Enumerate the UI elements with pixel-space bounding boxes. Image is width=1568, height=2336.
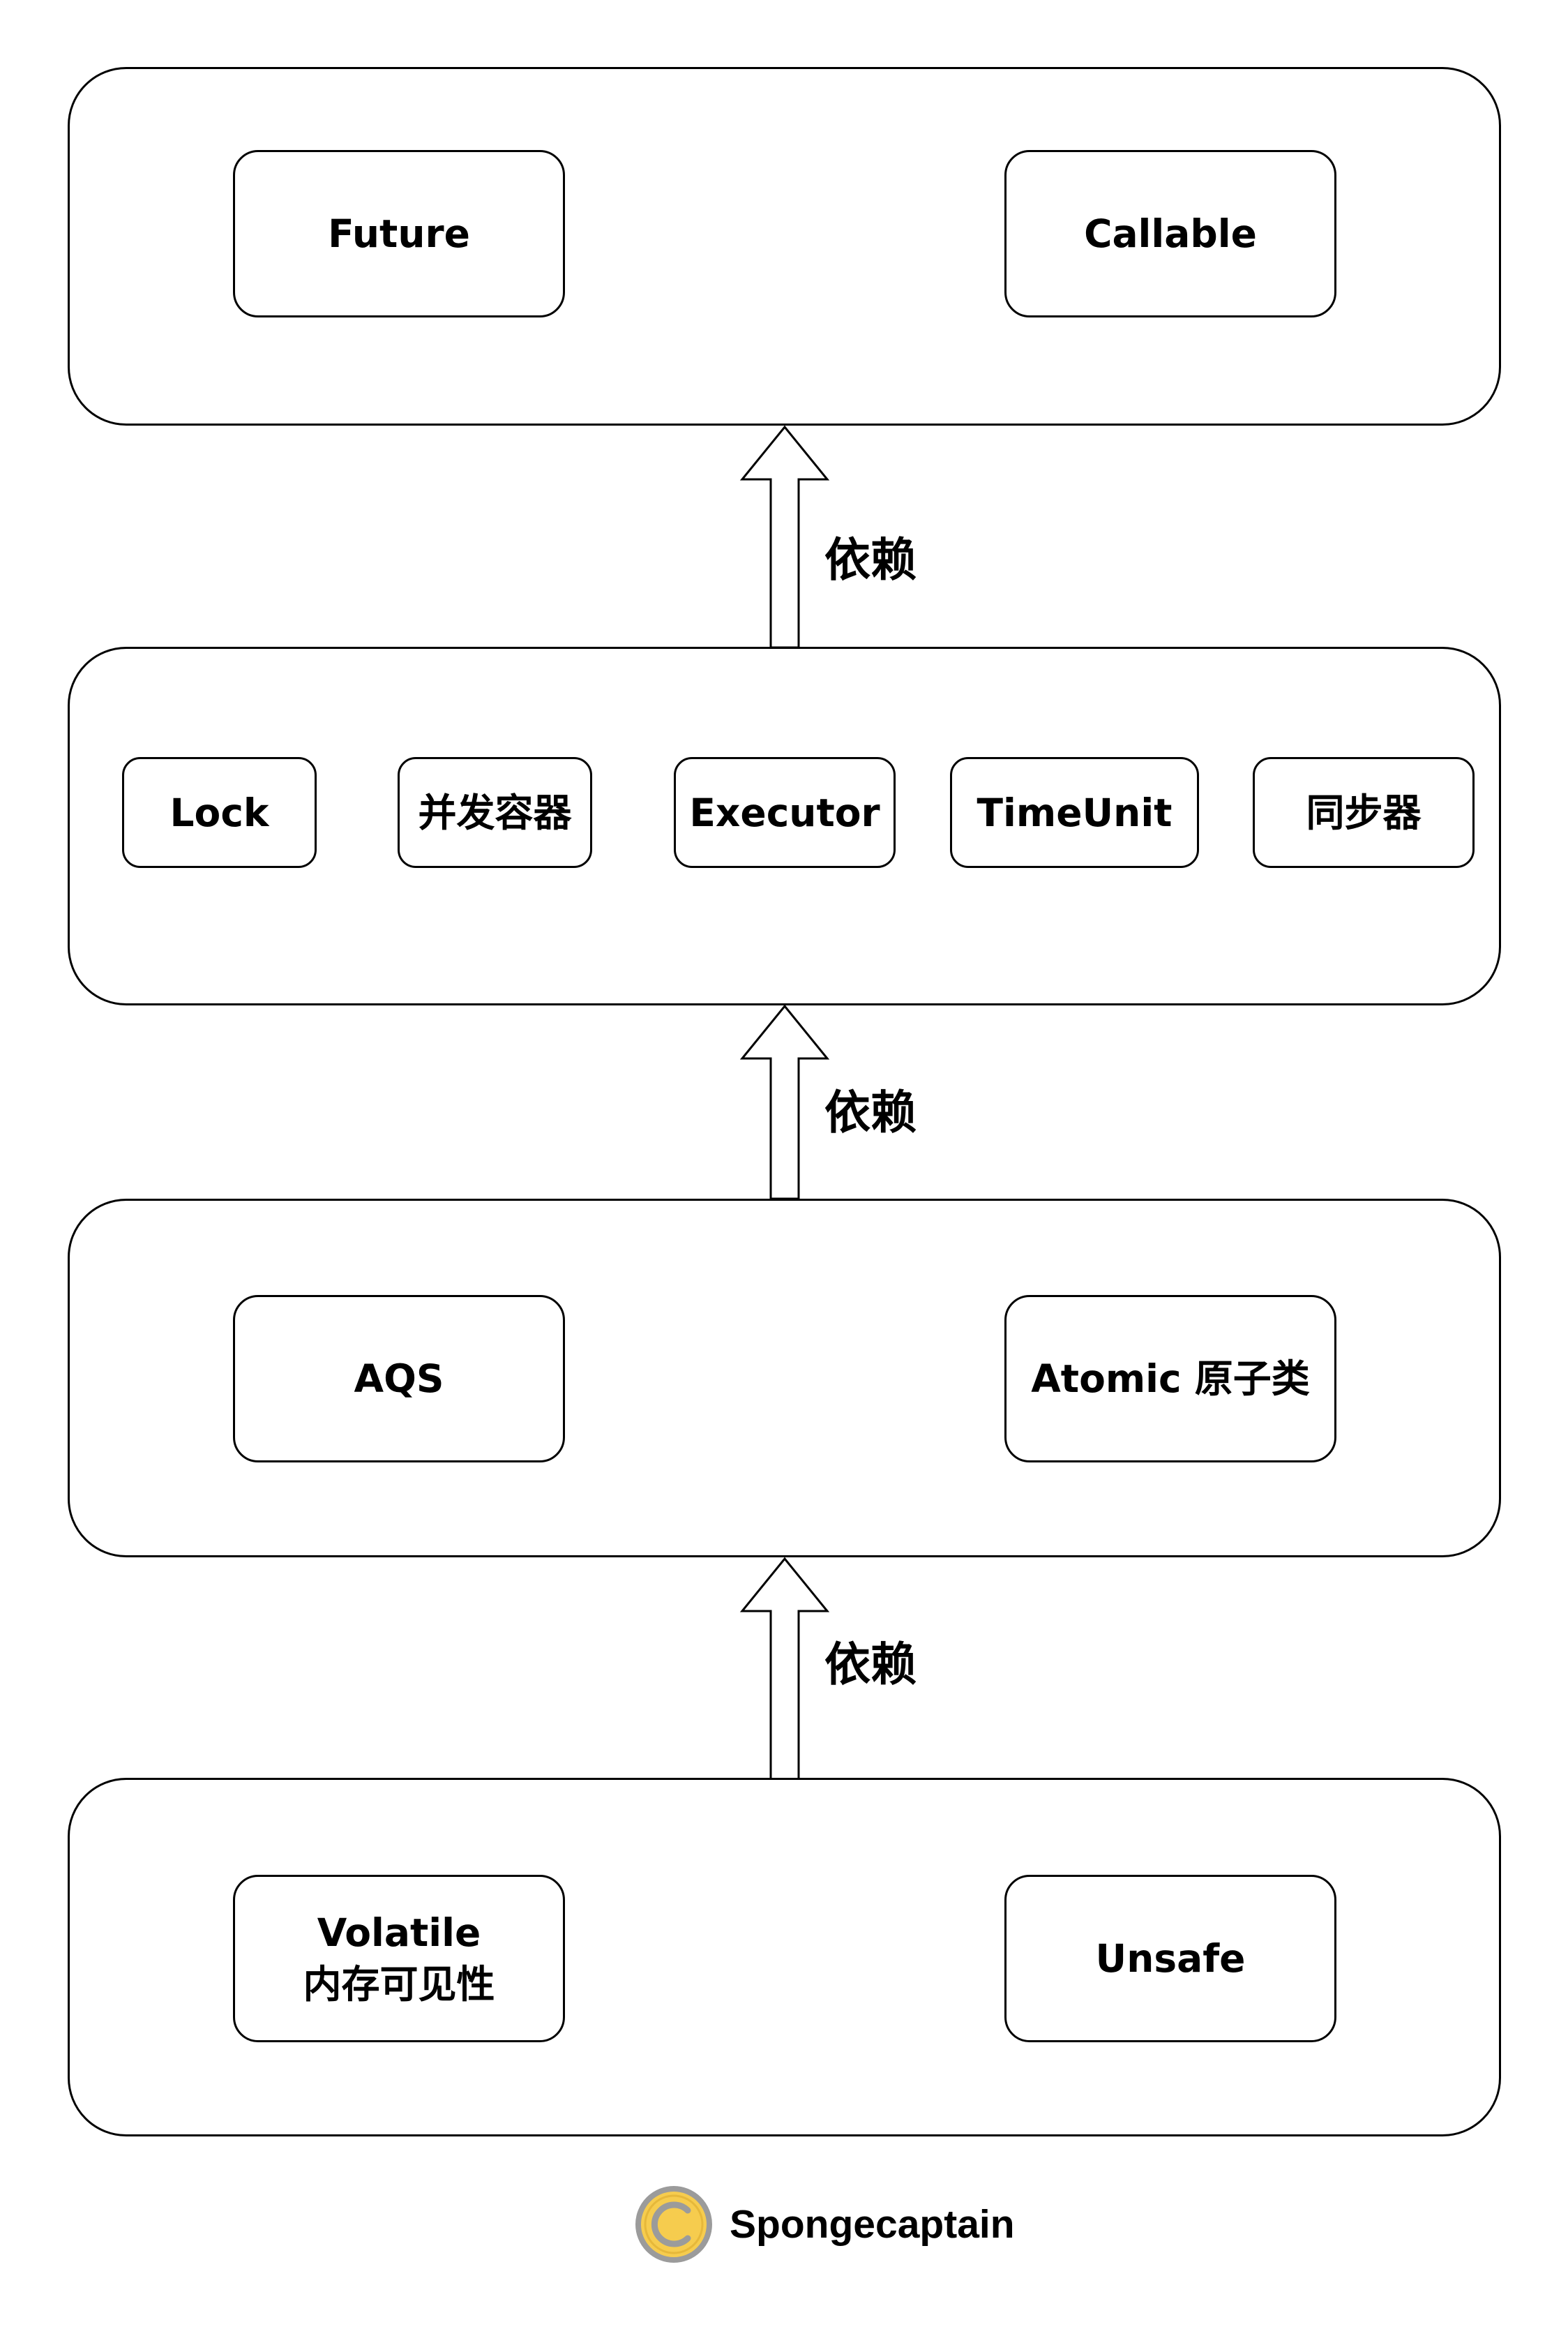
callable-box: Callable xyxy=(1004,150,1336,317)
volatile-label: Volatile xyxy=(317,1910,481,1955)
future-label: Future xyxy=(328,211,470,256)
dependency-arrow-2 xyxy=(739,1004,830,1200)
dependency-label-1: 依赖 xyxy=(824,533,917,587)
synchronizer-label: 同步器 xyxy=(1306,790,1422,835)
atomic-label: Atomic 原子类 xyxy=(1031,1356,1310,1401)
atomic-box: Atomic 原子类 xyxy=(1004,1295,1336,1462)
timeunit-label: TimeUnit xyxy=(977,790,1173,835)
dependency-arrow-3 xyxy=(739,1557,830,1781)
callable-label: Callable xyxy=(1084,211,1257,256)
lock-label: Lock xyxy=(169,790,269,835)
future-box: Future xyxy=(233,150,565,317)
concurrent-container-label: 并发容器 xyxy=(418,790,572,835)
concurrent-container-box: 并发容器 xyxy=(398,757,592,868)
lock-box: Lock xyxy=(122,757,317,868)
aqs-box: AQS xyxy=(233,1295,565,1462)
aqs-label: AQS xyxy=(354,1356,444,1401)
unsafe-box: Unsafe xyxy=(1004,1875,1336,2042)
volatile-box: Volatile 内存可见性 xyxy=(233,1875,565,2042)
dependency-label-3: 依赖 xyxy=(824,1638,917,1691)
memory-visibility-label: 内存可见性 xyxy=(303,1962,495,2007)
watermark: Spongecaptain xyxy=(635,2184,1015,2264)
copyright-c-logo-icon xyxy=(635,2185,712,2263)
timeunit-box: TimeUnit xyxy=(950,757,1199,868)
unsafe-label: Unsafe xyxy=(1095,1936,1246,1981)
executor-label: Executor xyxy=(689,790,880,835)
synchronizer-box: 同步器 xyxy=(1253,757,1475,868)
executor-box: Executor xyxy=(674,757,896,868)
watermark-text: Spongecaptain xyxy=(730,2201,1015,2247)
dependency-arrow-1 xyxy=(739,425,830,649)
dependency-label-2: 依赖 xyxy=(824,1086,917,1139)
